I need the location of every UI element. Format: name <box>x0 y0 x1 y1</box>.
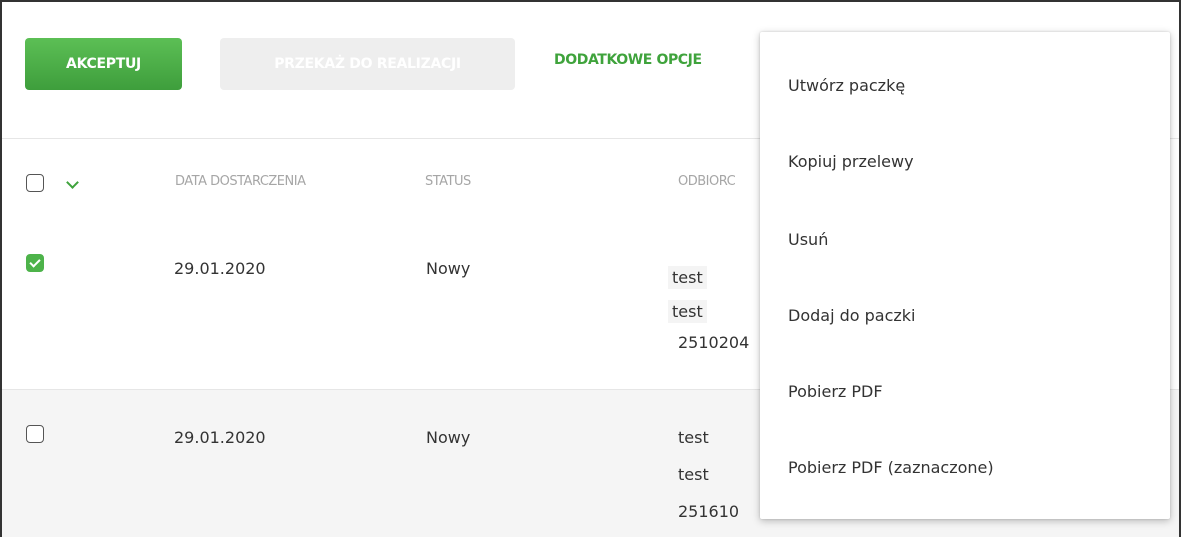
column-header-status[interactable]: STATUS <box>425 174 471 189</box>
app-frame: AKCEPTUJ PRZEKAŻ DO REALIZACJI DODATKOWE… <box>0 0 1181 537</box>
status-text: Nowy <box>426 259 471 278</box>
recipient-account: 2510204 <box>678 333 750 352</box>
recipient-name: test <box>678 428 709 447</box>
menu-item-add-to-package[interactable]: Dodaj do paczki <box>788 306 916 325</box>
menu-item-create-package[interactable]: Utwórz paczkę <box>788 76 905 95</box>
column-header-recipient[interactable]: ODBIORC <box>678 174 736 189</box>
recipient-address: test <box>678 465 709 484</box>
delivery-date: 29.01.2020 <box>174 259 266 278</box>
menu-item-delete[interactable]: Usuń <box>788 230 828 249</box>
menu-item-download-pdf-selected[interactable]: Pobierz PDF (zaznaczone) <box>788 458 994 477</box>
more-options-menu: Utwórz paczkę Kopiuj przelewy Usuń Dodaj… <box>760 32 1170 519</box>
recipient-name: test <box>668 266 707 289</box>
accept-button[interactable]: AKCEPTUJ <box>25 38 182 90</box>
delivery-date: 29.01.2020 <box>174 428 266 447</box>
more-options-link[interactable]: DODATKOWE OPCJE <box>554 52 702 68</box>
select-all-checkbox[interactable] <box>26 174 44 192</box>
recipient-address: test <box>668 300 707 323</box>
recipient-account: 251610 <box>678 502 740 521</box>
row-checkbox[interactable] <box>26 254 44 272</box>
column-header-delivery-date[interactable]: DATA DOSTARCZENIA <box>175 174 306 189</box>
status-text: Nowy <box>426 428 471 447</box>
menu-item-download-pdf[interactable]: Pobierz PDF <box>788 382 883 401</box>
transfer-to-realization-button[interactable]: PRZEKAŻ DO REALIZACJI <box>220 38 515 90</box>
row-checkbox[interactable] <box>26 425 44 443</box>
menu-item-copy-transfers[interactable]: Kopiuj przelewy <box>788 152 914 171</box>
